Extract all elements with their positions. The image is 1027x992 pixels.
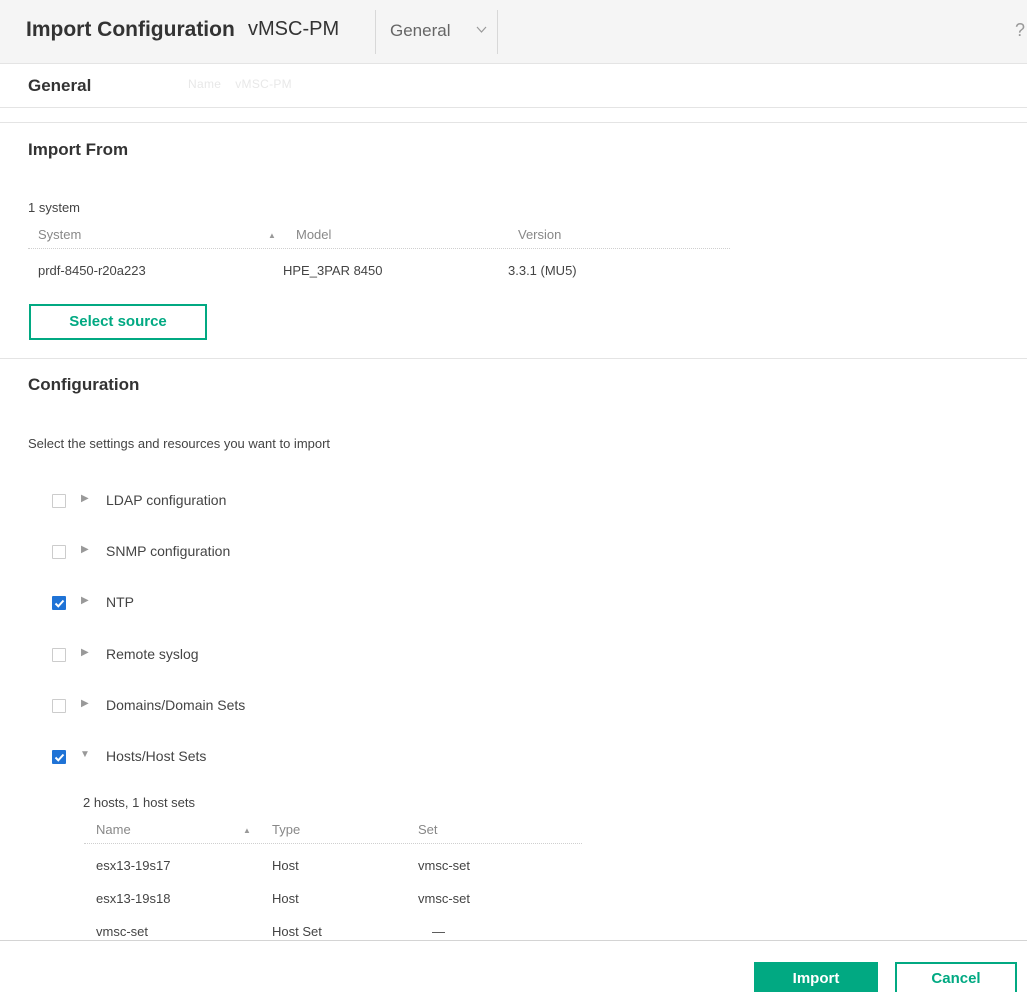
checkbox-ntp-checked[interactable] — [52, 596, 66, 610]
view-select[interactable]: General — [390, 21, 450, 41]
checkbox-hosts-checked[interactable] — [52, 750, 66, 764]
page-title: Import Configuration — [26, 18, 235, 41]
checkbox-remote-syslog[interactable] — [52, 648, 66, 662]
header-divider-2 — [497, 10, 498, 54]
checkbox-ldap[interactable] — [52, 494, 66, 508]
host-set-cell: vmsc-set — [418, 858, 470, 873]
section-divider-2 — [0, 358, 1027, 359]
host-name-cell: esx13-19s18 — [96, 891, 171, 906]
host-type-cell: Host Set — [272, 924, 322, 939]
option-label-remote-syslog: Remote syslog — [106, 646, 199, 662]
column-header-version[interactable]: Version — [518, 227, 561, 242]
sort-ascending-icon[interactable]: ▲ — [268, 231, 276, 240]
faded-name-field: Name vMSC-PM — [188, 77, 292, 91]
column-header-model[interactable]: Model — [296, 227, 331, 242]
cancel-button[interactable]: Cancel — [895, 962, 1017, 992]
select-source-button[interactable]: Select source — [29, 304, 207, 340]
expand-arrow-icon[interactable]: ▶ — [81, 647, 89, 658]
help-icon[interactable]: ? — [1015, 20, 1025, 41]
expand-arrow-icon[interactable]: ▶ — [81, 698, 89, 709]
model-cell: HPE_3PAR 8450 — [283, 263, 383, 278]
checkbox-snmp[interactable] — [52, 545, 66, 559]
configuration-description: Select the settings and resources you wa… — [28, 436, 331, 451]
table-header-rule — [28, 248, 730, 249]
column-header-type[interactable]: Type — [272, 822, 300, 837]
column-header-set[interactable]: Set — [418, 822, 438, 837]
page-header: Import Configuration vMSC-PM General ? — [0, 0, 1027, 64]
import-button[interactable]: Import — [754, 962, 878, 992]
column-header-name[interactable]: Name — [96, 822, 131, 837]
faded-name-label: Name — [188, 77, 222, 91]
expand-arrow-icon[interactable]: ▶ — [81, 595, 89, 606]
option-label-ntp: NTP — [106, 594, 134, 610]
option-label-ldap: LDAP configuration — [106, 492, 227, 508]
expand-arrow-icon[interactable]: ▶ — [81, 544, 89, 555]
sort-ascending-icon[interactable]: ▲ — [243, 826, 251, 835]
host-name-cell: vmsc-set — [96, 924, 148, 939]
collapse-arrow-icon[interactable]: ▼ — [80, 749, 90, 760]
general-section-bar: General Name vMSC-PM — [0, 64, 1027, 108]
import-from-title: Import From — [28, 140, 129, 159]
option-label-hosts: Hosts/Host Sets — [106, 748, 207, 764]
checkbox-domains[interactable] — [52, 699, 66, 713]
column-header-system[interactable]: System — [38, 227, 81, 242]
system-count: 1 system — [28, 200, 81, 215]
expand-arrow-icon[interactable]: ▶ — [81, 493, 89, 504]
host-set-cell: vmsc-set — [418, 891, 470, 906]
configuration-title: Configuration — [28, 375, 140, 394]
resource-name: vMSC-PM — [248, 18, 340, 40]
host-type-cell: Host — [272, 858, 299, 873]
section-divider — [0, 122, 1027, 123]
faded-name-value: vMSC-PM — [235, 77, 292, 91]
footer-divider — [0, 940, 1027, 941]
table-header-rule — [84, 843, 582, 844]
version-cell: 3.3.1 (MU5) — [508, 263, 577, 278]
system-cell: prdf-8450-r20a223 — [38, 263, 146, 278]
host-type-cell: Host — [272, 891, 299, 906]
option-label-snmp: SNMP configuration — [106, 543, 231, 559]
hosts-count: 2 hosts, 1 host sets — [83, 795, 196, 810]
general-section-label: General — [28, 76, 92, 95]
header-divider — [375, 10, 376, 54]
option-label-domains: Domains/Domain Sets — [106, 697, 246, 713]
host-name-cell: esx13-19s17 — [96, 858, 171, 873]
host-set-cell: — — [432, 924, 445, 939]
chevron-down-icon[interactable] — [476, 25, 487, 37]
